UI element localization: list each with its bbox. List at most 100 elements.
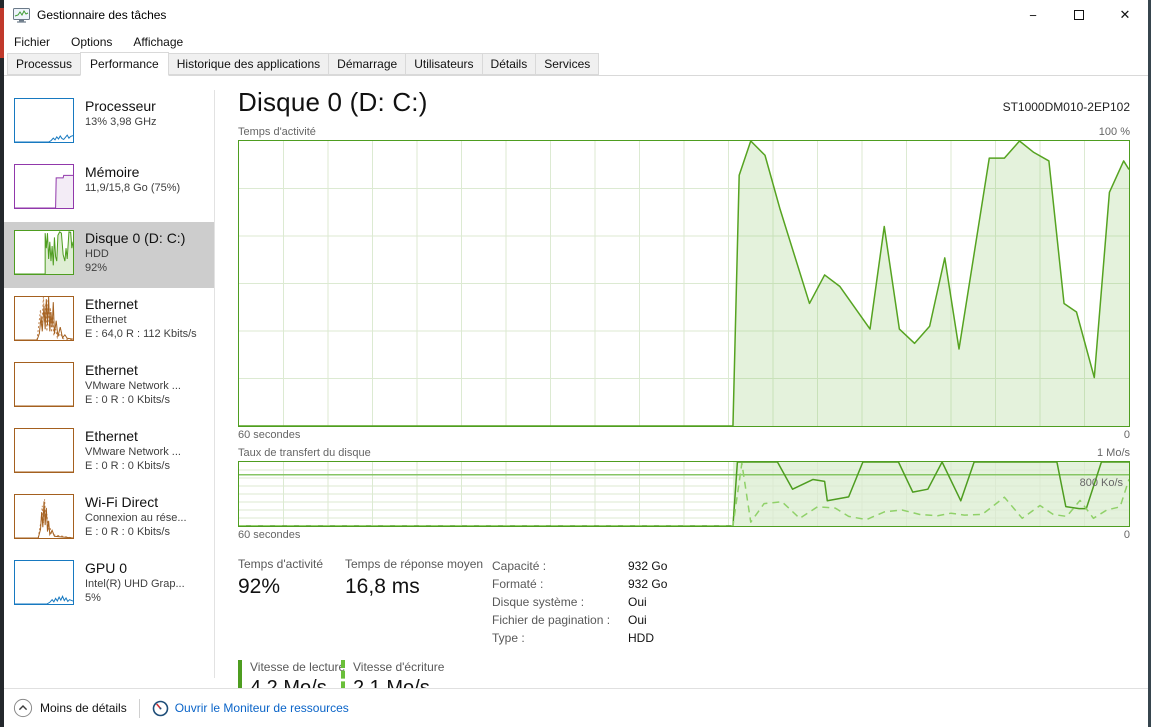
tab-label: Historique des applications [177,57,320,71]
sidebar-item-wifi-direct[interactable]: Wi-Fi DirectConnexion au rése...E : 0 R … [4,486,214,552]
sidebar-item-line: 11,9/15,8 Go (75%) [85,181,180,195]
transfer-chart-axis: 60 secondes 0 [238,529,1130,543]
tab-label: Services [544,57,590,71]
tab-historique-des-applications[interactable]: Historique des applications [168,53,329,75]
activity-chart-max: 100 % [1099,126,1130,138]
sidebar-item-line: Ethernet [85,313,197,327]
property-value: Oui [628,595,647,609]
sidebar-item-cpu[interactable]: Processeur13% 3,98 GHz [4,90,214,156]
transfer-chart-labels: Taux de transfert du disque 1 Mo/s [238,447,1130,459]
tab-services[interactable]: Services [535,53,599,75]
tab-label: Utilisateurs [414,57,473,71]
property-row: Formaté :932 Go [492,575,667,593]
transfer-chart-title: Taux de transfert du disque [238,447,371,459]
write-speed: Vitesse d'écriture 2,1 Mo/s [341,660,484,688]
sidebar-item-line: VMware Network ... [85,445,181,459]
menu-affichage[interactable]: Affichage [133,35,183,49]
minimize-button[interactable]: − [1010,0,1056,30]
footer-bar: Moins de détails Ouvrir le Moniteur de r… [4,688,1148,727]
tab-d-tails[interactable]: Détails [482,53,537,75]
property-row: Fichier de pagination :Oui [492,611,667,629]
ethernet3-thumbnail-chart [14,428,74,473]
sidebar-item-line: Intel(R) UHD Grap... [85,577,185,591]
sidebar-item-meta: Disque 0 (D: C:)HDD92% [85,230,185,275]
read-write-speeds: Vitesse de lecture 4,2 Mo/s Vitesse d'éc… [238,660,1130,688]
disk-stats: Temps d'activité 92% Temps de réponse mo… [238,557,1130,647]
ethernet2-thumbnail-chart [14,362,74,407]
sidebar-item-title: Ethernet [85,362,181,378]
close-button[interactable]: ✕ [1102,0,1148,30]
sidebar-item-meta: Wi-Fi DirectConnexion au rése...E : 0 R … [85,494,187,539]
disk0-thumbnail-chart [14,230,74,275]
sidebar-item-title: Processeur [85,98,157,114]
property-row: Disque système :Oui [492,593,667,611]
background-window-red-segment [0,8,4,58]
sidebar-item-ethernet1[interactable]: EthernetEthernetE : 64,0 R : 112 Kbits/s [4,288,214,354]
tab-label: Performance [90,57,159,71]
footer-separator [139,699,140,718]
activity-chart [238,140,1130,427]
ethernet1-thumbnail-chart [14,296,74,341]
axis-right-label: 0 [1124,429,1130,443]
memory-thumbnail-chart [14,164,74,209]
sidebar-item-title: GPU 0 [85,560,185,576]
close-icon: ✕ [1120,7,1131,23]
sidebar-item-line: E : 0 R : 0 Kbits/s [85,393,181,407]
property-value: 932 Go [628,559,667,573]
transfer-chart-canvas [239,462,1129,526]
wifi-direct-thumbnail-chart [14,494,74,539]
stat-label: Vitesse d'écriture [353,660,484,674]
sidebar-item-ethernet3[interactable]: EthernetVMware Network ...E : 0 R : 0 Kb… [4,420,214,486]
property-row: Capacité :932 Go [492,557,667,575]
property-label: Type : [492,631,628,645]
sidebar-item-ethernet2[interactable]: EthernetVMware Network ...E : 0 R : 0 Kb… [4,354,214,420]
menu-fichier[interactable]: Fichier [14,35,50,49]
property-value: 932 Go [628,577,667,591]
sidebar-item-memory[interactable]: Mémoire11,9/15,8 Go (75%) [4,156,214,222]
property-label: Capacité : [492,559,628,573]
sidebar-item-title: Wi-Fi Direct [85,494,187,510]
sidebar-item-line: E : 0 R : 0 Kbits/s [85,459,181,473]
tab-performance[interactable]: Performance [80,52,169,76]
title-bar: Gestionnaire des tâches − ✕ [4,0,1148,30]
tab-strip: Processus Performance Historique des appli… [4,53,1148,76]
axis-left-label: 60 secondes [238,429,300,443]
sidebar-item-line: 13% 3,98 GHz [85,115,157,129]
sidebar-item-gpu0[interactable]: GPU 0Intel(R) UHD Grap...5% [4,552,214,618]
maximize-icon [1074,10,1084,20]
disk-header: Disque 0 (D: C:) ST1000DM010-2EP102 [238,84,1130,118]
activity-chart-axis: 60 secondes 0 [238,429,1130,443]
maximize-button[interactable] [1056,0,1102,30]
sidebar-item-line: E : 0 R : 0 Kbits/s [85,525,187,539]
stat-value: 2,1 Mo/s [353,677,484,688]
stat-response-time: Temps de réponse moyen 16,8 ms [345,557,492,647]
sidebar-item-line: 92% [85,261,185,275]
less-details-button[interactable]: Moins de détails [40,701,127,715]
tab-d-marrage[interactable]: Démarrage [328,53,406,75]
sidebar-item-line: VMware Network ... [85,379,181,393]
disk-properties: Capacité :932 GoFormaté :932 GoDisque sy… [492,557,667,647]
sidebar-item-meta: Processeur13% 3,98 GHz [85,98,157,129]
content-area: Processeur13% 3,98 GHz Mémoire11,9/15,8 G… [4,76,1148,688]
property-label: Fichier de pagination : [492,613,628,627]
tab-utilisateurs[interactable]: Utilisateurs [405,53,482,75]
transfer-scale-label: 800 Ko/s [1080,477,1123,489]
background-window-edge-left [0,0,4,727]
sidebar-item-meta: GPU 0Intel(R) UHD Grap...5% [85,560,185,605]
axis-right-label: 0 [1124,529,1130,543]
tab-processus[interactable]: Processus [7,53,81,75]
resource-monitor-gauge-icon[interactable] [152,700,169,717]
window-controls: − ✕ [1010,0,1148,30]
task-manager-icon [13,7,30,23]
menu-bar: Fichier Options Affichage [4,30,1148,53]
sidebar-item-disk0[interactable]: Disque 0 (D: C:)HDD92% [4,222,214,288]
sidebar-item-line: HDD [85,247,185,261]
sidebar-divider [214,90,215,678]
open-resource-monitor-link[interactable]: Ouvrir le Moniteur de ressources [175,701,349,715]
tab-label: Processus [16,57,72,71]
property-label: Formaté : [492,577,628,591]
sidebar-item-line: 5% [85,591,185,605]
property-value: HDD [628,631,654,645]
chevron-up-circle-icon[interactable] [13,698,33,718]
menu-options[interactable]: Options [71,35,112,49]
